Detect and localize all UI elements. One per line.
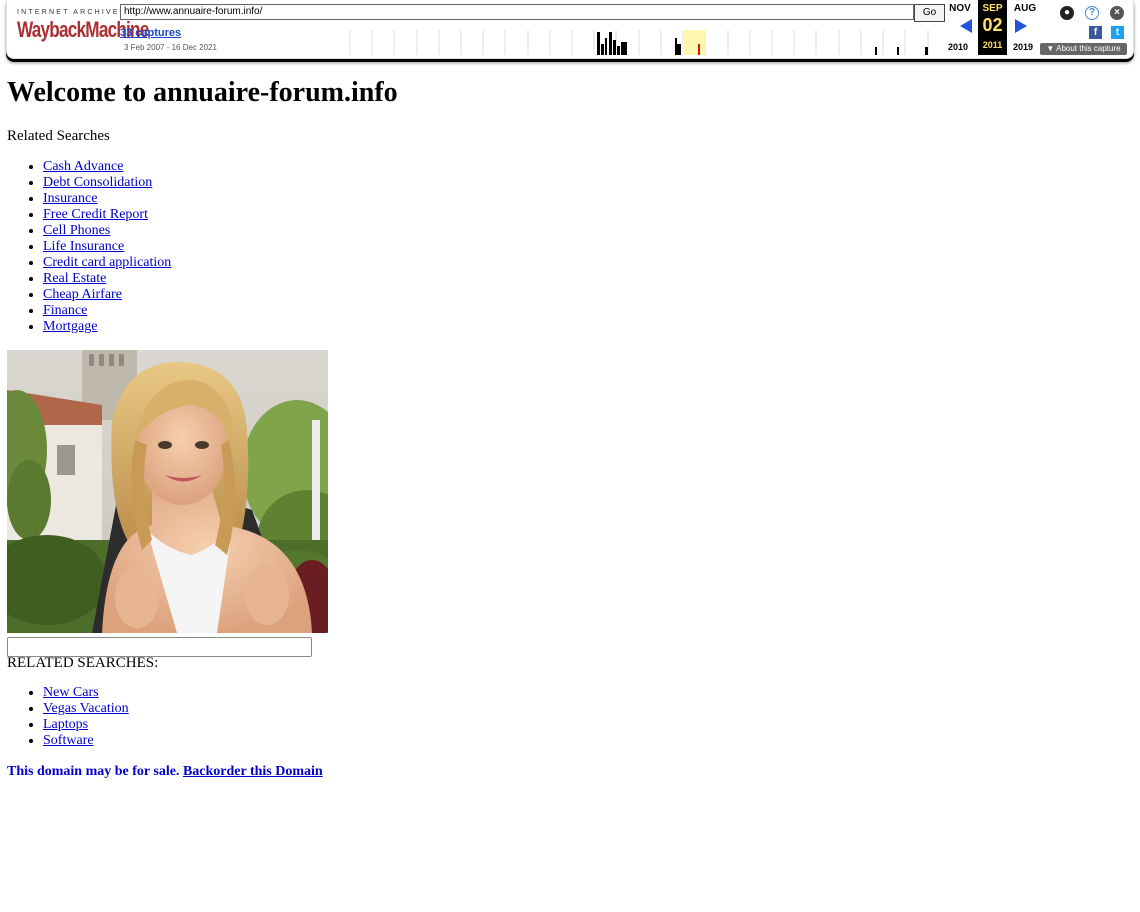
current-day-label: 02 [982, 15, 1003, 35]
related-searches-list-2: New Cars Vegas Vacation Laptops Software [7, 685, 129, 749]
prev-month-label[interactable]: NOV [945, 3, 975, 14]
list-item: Cheap Airfare [43, 287, 171, 303]
related-link-new-cars[interactable]: New Cars [43, 685, 99, 700]
related-link-mortgage[interactable]: Mortgage [43, 319, 97, 334]
domain-sale-notice: This domain may be for sale. Backorder t… [7, 764, 323, 780]
related-link-laptops[interactable]: Laptops [43, 717, 88, 732]
list-item: Credit card application [43, 255, 171, 271]
list-item: Real Estate [43, 271, 171, 287]
related-link-software[interactable]: Software [43, 733, 94, 748]
list-item: Cell Phones [43, 223, 171, 239]
captures-link[interactable]: 33 captures [120, 27, 181, 39]
help-icon[interactable]: ? [1085, 6, 1099, 20]
current-year-label: 2011 [982, 40, 1003, 50]
twitter-icon[interactable]: t [1111, 26, 1124, 39]
wayback-url-input[interactable]: http://www.annuaire-forum.info/ [120, 4, 914, 20]
wayback-logo[interactable]: INTERNET ARCHIVE WaybackMachine [17, 8, 149, 48]
close-icon[interactable]: × [1110, 6, 1124, 20]
list-item: New Cars [43, 685, 129, 701]
current-month-label: SEP [982, 3, 1003, 14]
related-link-credit-card-application[interactable]: Credit card application [43, 255, 171, 270]
prev-capture-arrow-icon[interactable] [960, 19, 972, 33]
related-link-free-credit-report[interactable]: Free Credit Report [43, 207, 148, 222]
list-item: Life Insurance [43, 239, 171, 255]
next-capture-arrow-icon[interactable] [1015, 19, 1027, 33]
list-item: Cash Advance [43, 159, 171, 175]
related-searches-upper-label: RELATED SEARCHES: [7, 655, 159, 671]
current-capture-date: SEP 02 2011 [978, 0, 1007, 55]
related-link-insurance[interactable]: Insurance [43, 191, 97, 206]
related-link-cash-advance[interactable]: Cash Advance [43, 159, 123, 174]
list-item: Debt Consolidation [43, 175, 171, 191]
logo-wayback-text: WaybackMachine [17, 17, 149, 42]
capture-date-range: 3 Feb 2007 - 16 Dec 2021 [124, 43, 217, 52]
related-link-life-insurance[interactable]: Life Insurance [43, 239, 124, 254]
search-input[interactable] [7, 637, 312, 657]
related-searches-label: Related Searches [7, 128, 110, 144]
go-button[interactable]: Go [914, 4, 945, 22]
related-link-debt-consolidation[interactable]: Debt Consolidation [43, 175, 152, 190]
facebook-icon[interactable]: f [1089, 26, 1102, 39]
prev-year-label[interactable]: 2010 [948, 42, 968, 52]
page-title: Welcome to annuaire-forum.info [7, 77, 398, 108]
related-searches-list: Cash Advance Debt Consolidation Insuranc… [7, 159, 171, 335]
user-icon[interactable]: ● [1060, 6, 1074, 20]
sale-text: This domain may be for sale. [7, 764, 180, 779]
list-item: Vegas Vacation [43, 701, 129, 717]
about-capture-button[interactable]: ▼ About this capture [1040, 43, 1127, 55]
list-item: Mortgage [43, 319, 171, 335]
list-item: Insurance [43, 191, 171, 207]
list-item: Free Credit Report [43, 207, 171, 223]
next-year-label[interactable]: 2019 [1013, 42, 1033, 52]
related-link-vegas-vacation[interactable]: Vegas Vacation [43, 701, 129, 716]
capture-sparkline[interactable] [342, 30, 947, 55]
related-link-cheap-airfare[interactable]: Cheap Airfare [43, 287, 122, 302]
related-link-finance[interactable]: Finance [43, 303, 87, 318]
backorder-domain-link[interactable]: Backorder this Domain [183, 764, 323, 779]
next-month-label[interactable]: AUG [1010, 3, 1040, 14]
related-link-cell-phones[interactable]: Cell Phones [43, 223, 110, 238]
related-link-real-estate[interactable]: Real Estate [43, 271, 106, 286]
list-item: Software [43, 733, 129, 749]
wayback-toolbar: INTERNET ARCHIVE WaybackMachine http://w… [6, 0, 1134, 59]
logo-internet-archive-text: INTERNET ARCHIVE [17, 9, 120, 16]
list-item: Finance [43, 303, 171, 319]
list-item: Laptops [43, 717, 129, 733]
student-photo[interactable] [7, 350, 328, 633]
